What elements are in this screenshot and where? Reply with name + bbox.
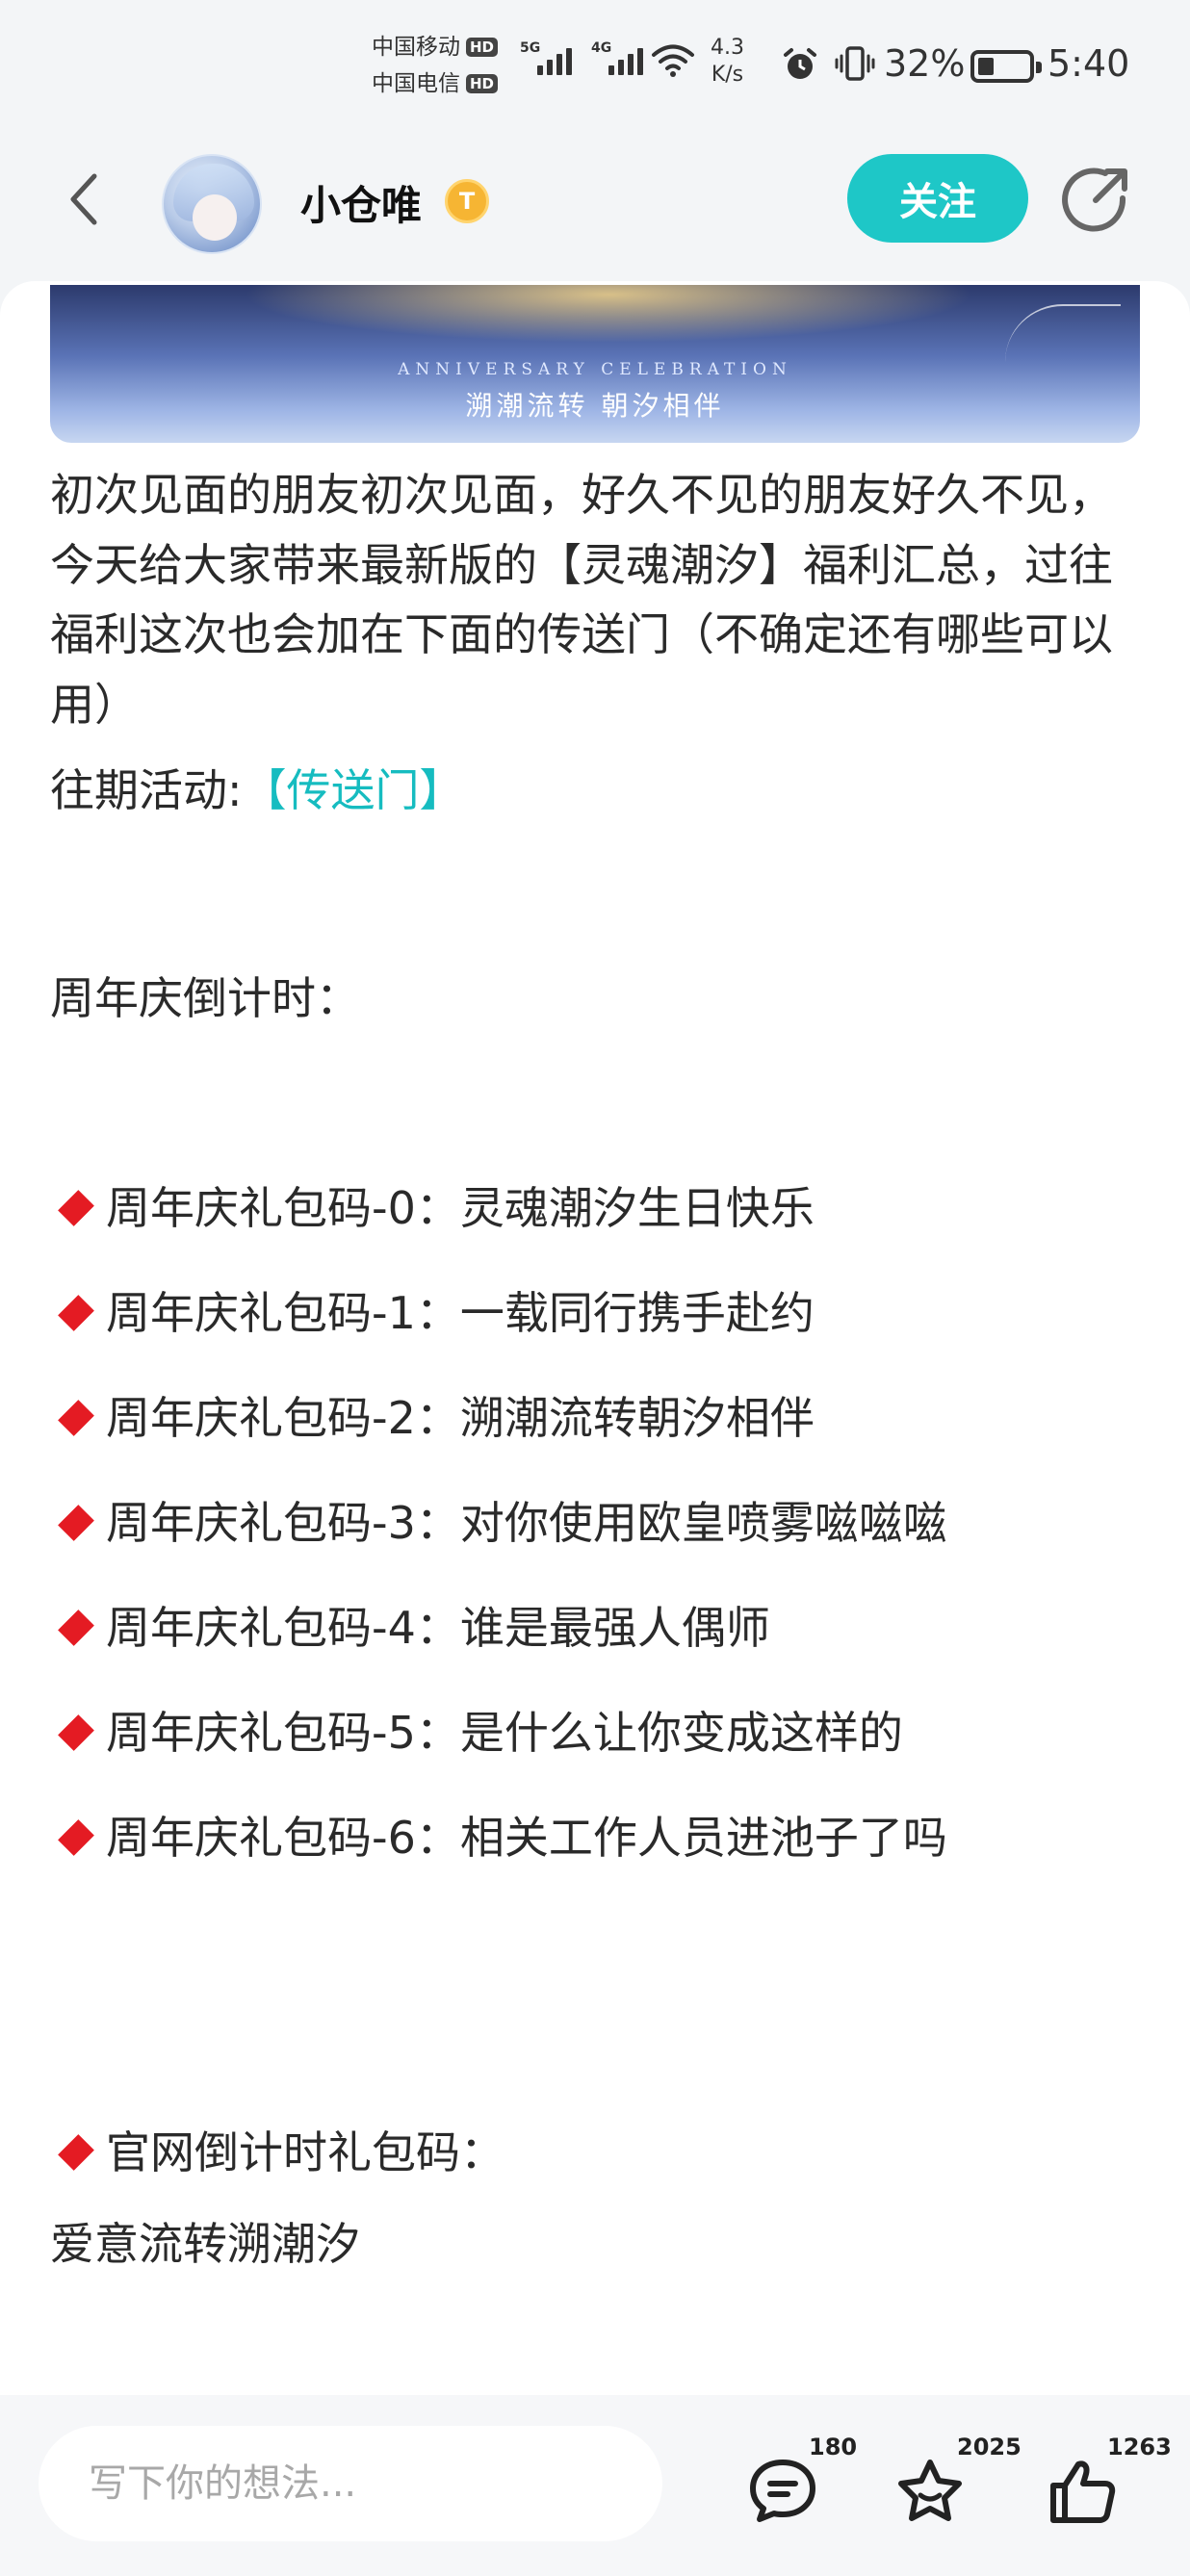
favorite-button[interactable]: 2025: [878, 2434, 1022, 2539]
red-diamond-icon: [58, 1505, 94, 1542]
red-diamond-icon: [58, 1714, 94, 1752]
like-button[interactable]: 1263: [1030, 2434, 1172, 2539]
gift-code-value: 对你使用欧皇喷雾嗞嗞嗞: [459, 1497, 947, 1549]
signal-5g-icon: 5G: [520, 40, 578, 79]
gift-code-row: 周年庆礼包码-6： 相关工作人员进池子了吗: [50, 1786, 1148, 1891]
wifi-icon: [652, 44, 694, 77]
gift-code-label: 周年庆礼包码-4：: [106, 1602, 460, 1654]
gift-code-value: 灵魂潮汐生日快乐: [459, 1182, 815, 1234]
status-bar: 中国移动 HD 中国电信 HD 5G 4G 4.3 K/s 32% 5:40: [0, 0, 1190, 135]
content-fade: [0, 2312, 1190, 2395]
gift-code-label: 周年庆礼包码-2：: [106, 1392, 460, 1444]
battery-icon: [970, 50, 1042, 83]
bottom-action-bar: 180 2025 1263: [0, 2395, 1190, 2576]
past-events-line: 往期活动:【传送门】: [50, 740, 1148, 841]
gift-code-row: 周年庆礼包码-3： 对你使用欧皇喷雾嗞嗞嗞: [50, 1471, 1148, 1576]
article-body: 初次见面的朋友初次见面，好久不见的朋友好久不见，今天给大家带来最新版的【灵魂潮汐…: [50, 460, 1148, 2282]
net-speed-value: 4.3: [711, 36, 744, 60]
gift-code-row: 周年庆礼包码-5： 是什么让你变成这样的: [50, 1681, 1148, 1786]
chevron-left-icon: [70, 173, 97, 225]
thumbs-up-icon: [1050, 2460, 1116, 2523]
carrier-2: 中国电信: [372, 71, 460, 96]
signal-4g-icon: 4G: [591, 40, 649, 79]
gift-code-label: 周年庆礼包码-1：: [106, 1287, 460, 1339]
red-diamond-icon: [58, 1400, 94, 1437]
gift-code-label: 周年庆礼包码-0：: [106, 1182, 460, 1234]
gift-code-value: 谁是最强人偶师: [459, 1602, 770, 1654]
battery-percent: 32%: [884, 42, 966, 85]
gift-code-value: 是什么让你变成这样的: [459, 1707, 903, 1759]
gift-code-value: 一载同行携手赴约: [459, 1287, 815, 1339]
avatar[interactable]: [162, 154, 262, 254]
comment-input[interactable]: [39, 2426, 662, 2541]
red-diamond-icon: [58, 1819, 94, 1857]
post-content: ANNIVERSARY CELEBRATION 溯潮流转 朝汐相伴 初次见面的朋…: [0, 281, 1190, 2395]
user-level-badge-icon: T: [445, 179, 489, 223]
gift-code-value: 相关工作人员进池子了吗: [459, 1812, 947, 1864]
red-diamond-icon: [58, 1295, 94, 1332]
gift-code-label: 周年庆礼包码-5：: [106, 1707, 460, 1759]
anniversary-banner-image: ANNIVERSARY CELEBRATION 溯潮流转 朝汐相伴: [50, 285, 1140, 443]
battery-fill: [978, 58, 994, 75]
carrier-1: 中国移动: [372, 35, 460, 60]
red-diamond-icon: [58, 1610, 94, 1647]
net-speed-unit: K/s: [711, 63, 744, 87]
red-diamond-icon: [58, 1190, 94, 1227]
official-code-value: 爱意流转溯潮汐: [50, 2217, 360, 2270]
intro-paragraph: 初次见面的朋友初次见面，好久不见的朋友好久不见，今天给大家带来最新版的【灵魂潮汐…: [50, 469, 1113, 732]
gift-code-value: 溯潮流转朝汐相伴: [459, 1392, 815, 1444]
star-icon: [898, 2460, 962, 2521]
clock: 5:40: [1048, 42, 1130, 85]
past-events-link[interactable]: 【传送门】: [243, 764, 464, 816]
hd-badge: HD: [466, 74, 499, 93]
like-count: 1263: [1107, 2434, 1172, 2460]
share-icon[interactable]: [1057, 162, 1134, 239]
vibrate-icon: [835, 46, 875, 81]
comment-icon: [750, 2460, 815, 2522]
red-diamond-icon: [58, 2134, 94, 2172]
alarm-icon: [784, 48, 816, 79]
official-code-heading-row: 官网倒计时礼包码：: [50, 2100, 1148, 2205]
username[interactable]: 小仓唯: [300, 173, 422, 232]
favorite-count: 2025: [957, 2434, 1022, 2460]
banner-subtitle-en: ANNIVERSARY CELEBRATION: [398, 360, 792, 379]
gift-code-row: 周年庆礼包码-1： 一载同行携手赴约: [50, 1261, 1148, 1366]
network-speed: 4.3 K/s: [711, 35, 744, 89]
back-button[interactable]: [60, 166, 108, 233]
gift-code-row: 周年庆礼包码-0： 灵魂潮汐生日快乐: [50, 1156, 1148, 1261]
gift-code-row: 周年庆礼包码-2： 溯潮流转朝汐相伴: [50, 1366, 1148, 1471]
comment-button[interactable]: 180: [732, 2434, 857, 2539]
gift-code-label: 周年庆礼包码-3：: [106, 1497, 460, 1549]
hd-badge: HD: [466, 38, 499, 57]
past-events-label: 往期活动:: [50, 763, 243, 816]
gift-code-row: 周年庆礼包码-4： 谁是最强人偶师: [50, 1576, 1148, 1681]
comment-count: 180: [809, 2434, 858, 2460]
carrier-info: 中国移动 HD 中国电信 HD: [372, 29, 499, 102]
signal-indicators: 5G 4G: [520, 40, 649, 79]
gift-code-label: 周年庆礼包码-6：: [106, 1812, 460, 1864]
banner-subtitle-cn: 溯潮流转 朝汐相伴: [465, 390, 725, 422]
countdown-heading: 周年庆倒计时：: [50, 972, 360, 1024]
post-header: 小仓唯 T 关注: [0, 135, 1190, 279]
follow-button[interactable]: 关注: [847, 154, 1028, 243]
